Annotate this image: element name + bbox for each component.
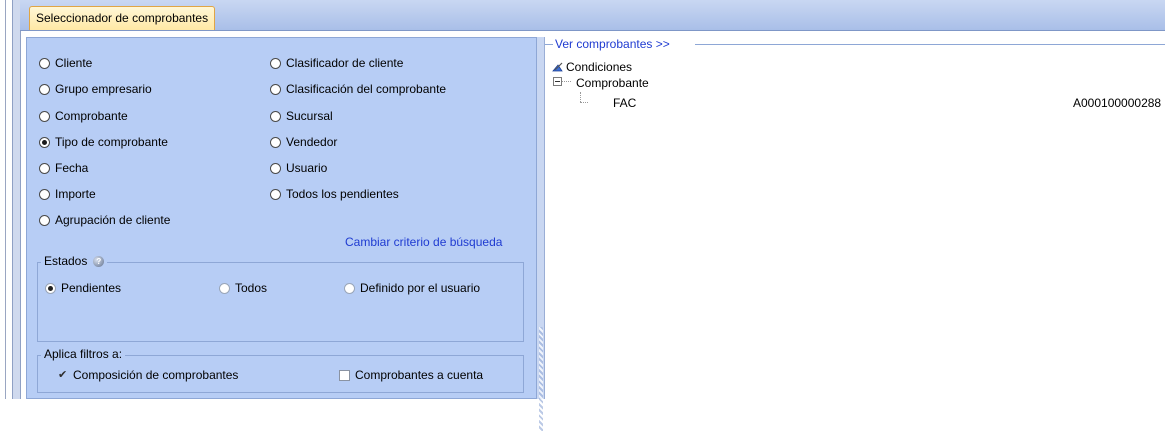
radio-button[interactable] [39,188,50,200]
splitter-grip[interactable] [539,327,543,431]
radio-definido-por-el-usuario[interactable]: Definido por el usuario [344,280,480,296]
change-criteria-link[interactable]: Cambiar criterio de búsqueda [345,235,502,249]
radio-button[interactable] [344,282,355,294]
estados-group [37,262,524,342]
radio-tipo-de-comprobante[interactable]: Tipo de comprobante [39,134,168,150]
radio-label: Sucursal [286,109,333,123]
radio-sucursal[interactable]: Sucursal [270,108,333,124]
radio-vendedor[interactable]: Vendedor [270,134,337,150]
results-panel: Ver comprobantes >> Condiciones Comproba… [545,37,1165,399]
radio-button[interactable] [39,162,50,174]
checkbox[interactable] [339,369,350,381]
radio-button[interactable] [39,214,50,226]
radio-label: Importe [55,187,96,201]
tree-connector [562,81,571,82]
tab-bar: Seleccionador de comprobantes [20,0,1165,31]
radio-comprobante[interactable]: Comprobante [39,108,128,124]
radio-label: Agrupación de cliente [55,213,171,227]
radio-button[interactable] [39,136,50,148]
radio-label: Clasificador de cliente [286,56,404,70]
radio-button[interactable] [270,83,281,95]
radio-button[interactable] [45,282,56,294]
results-header: Ver comprobantes >> [545,37,1165,51]
checkbox-comprobantes-a-cuenta[interactable]: Comprobantes a cuenta [339,367,483,383]
radio-button[interactable] [270,57,281,69]
radio-label: Vendedor [286,135,338,149]
radio-label: Fecha [55,161,89,175]
panel-splitter[interactable] [537,37,545,431]
radio-label: Pendientes [61,281,122,295]
estados-legend: Estados? [41,254,108,268]
radio-agrupacion-de-cliente[interactable]: Agrupación de cliente [39,212,170,228]
estados-legend-label: Estados [44,254,88,268]
header-line [695,44,1165,45]
tree-leaf-value: A000100000288 [1073,96,1162,110]
tree-node-comprobante[interactable]: Comprobante [576,76,649,90]
radio-button[interactable] [270,162,281,174]
tree-connector [580,102,588,103]
radio-clasificacion-del-comprobante[interactable]: Clasificación del comprobante [270,81,446,97]
radio-button[interactable] [270,188,281,200]
side-panel-strip[interactable] [12,0,21,399]
radio-button[interactable] [270,110,281,122]
checkbox[interactable] [57,368,68,381]
conditions-icon [552,62,563,72]
radio-todos[interactable]: Todos [219,280,267,296]
radio-label: Todos [235,281,268,295]
radio-fecha[interactable]: Fecha [39,160,88,176]
radio-label: Clasificación del comprobante [286,82,447,96]
checkbox-label: Composición de comprobantes [73,368,239,382]
radio-button[interactable] [39,110,50,122]
radio-label: Cliente [55,56,93,70]
header-line [545,44,553,45]
tree-root[interactable]: Condiciones [566,60,632,74]
radio-todos-los-pendientes[interactable]: Todos los pendientes [270,186,399,202]
tree-leaf-fac[interactable]: FAC [613,96,636,110]
radio-button[interactable] [270,136,281,148]
radio-grupo-empresario[interactable]: Grupo empresario [39,81,152,97]
radio-button[interactable] [219,282,230,294]
radio-button[interactable] [39,57,50,69]
help-icon[interactable]: ? [93,256,105,268]
tree-connector [580,92,581,102]
radio-importe[interactable]: Importe [39,186,96,202]
radio-pendientes[interactable]: Pendientes [45,280,121,296]
radio-usuario[interactable]: Usuario [270,160,327,176]
filtros-legend: Aplica filtros a: [41,347,126,361]
collapse-icon[interactable] [553,77,562,86]
radio-label: Definido por el usuario [360,281,481,295]
radio-button[interactable] [39,83,50,95]
radio-label: Todos los pendientes [286,187,399,201]
window-left-edge [0,0,6,399]
ver-comprobantes-link[interactable]: Ver comprobantes >> [553,37,672,51]
checkbox-composicion-de-comprobantes[interactable]: Composición de comprobantes [57,367,238,383]
radio-clasificador-de-cliente[interactable]: Clasificador de cliente [270,55,403,71]
checkbox-label: Comprobantes a cuenta [355,368,484,382]
radio-label: Comprobante [55,109,128,123]
radio-label: Grupo empresario [55,82,152,96]
radio-cliente[interactable]: Cliente [39,55,92,71]
tab-seleccionador[interactable]: Seleccionador de comprobantes [29,6,216,30]
radio-label: Tipo de comprobante [55,135,168,149]
search-criteria-panel: Cliente Grupo empresario Comprobante Tip… [26,37,537,399]
radio-label: Usuario [286,161,328,175]
